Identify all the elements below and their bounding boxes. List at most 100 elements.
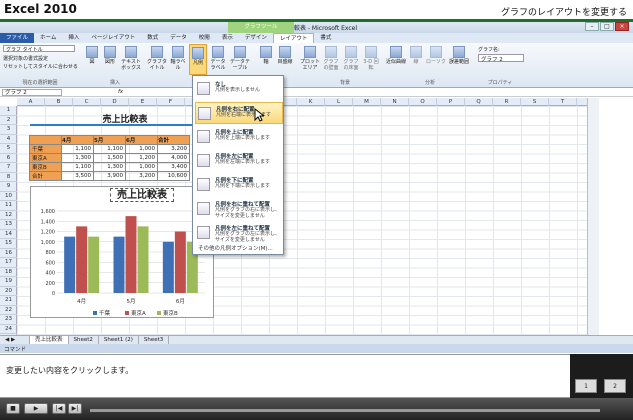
row-header[interactable]: 8 [0, 173, 17, 182]
shapes-button[interactable]: 図形 [102, 46, 118, 65]
tab-insert[interactable]: 挿入 [62, 33, 85, 43]
play-button[interactable]: ▶ [24, 403, 48, 414]
table-cell[interactable]: 4,000 [157, 153, 190, 163]
trendline-button[interactable]: 近似曲線 [386, 46, 406, 65]
format-selection-button[interactable]: 選択対象の書式設定 [3, 55, 48, 62]
column-header[interactable]: P [437, 98, 465, 106]
sheet-tab[interactable]: 売上比較表 [30, 336, 69, 344]
table-header-cell[interactable]: 4月 [61, 135, 94, 145]
column-header[interactable]: R [493, 98, 521, 106]
column-header[interactable]: B [45, 98, 73, 106]
axis-titles-button[interactable]: 軸ラベル [169, 46, 187, 71]
chart-object[interactable]: 0 200 400 600 800 1,000 1,200 1,400 1,600 4月 5月 6月千… [30, 186, 214, 318]
table-cell[interactable]: 千葉 [29, 144, 62, 154]
row-header[interactable]: 11 [0, 201, 17, 211]
step-1-button[interactable]: 1 [575, 379, 597, 393]
tab-home[interactable]: ホーム [34, 33, 62, 43]
tab-page-layout[interactable]: ページレイアウト [85, 33, 141, 43]
row-header[interactable]: 12 [0, 211, 17, 220]
chart-title-button[interactable]: グラフタイトル [147, 46, 167, 71]
column-header[interactable]: T [549, 98, 577, 106]
legend-button[interactable]: 凡例 [189, 44, 207, 75]
textbox-button[interactable]: テキストボックス [120, 46, 142, 71]
column-header[interactable]: C [73, 98, 101, 106]
legend-option-top[interactable]: 凡例を上に配置 凡例を上端に表示します [195, 126, 283, 148]
column-header[interactable]: S [521, 98, 549, 106]
lines-button[interactable]: 線 [408, 46, 424, 65]
sheet-nav-arrows[interactable]: ◀ ▶ [0, 336, 30, 344]
row-header[interactable]: 20 [0, 287, 17, 296]
row-header[interactable]: 24 [0, 325, 17, 334]
table-header-cell[interactable]: 6月 [125, 135, 158, 145]
tab-formulas[interactable]: 数式 [141, 33, 164, 43]
chart-name-input[interactable]: グラフ 2 [478, 54, 524, 63]
row-header[interactable]: 10 [0, 192, 17, 201]
tab-format[interactable]: 書式 [314, 33, 337, 43]
forward-button[interactable]: ▶| [68, 403, 82, 414]
chart-floor-button[interactable]: グラフの床面 [342, 46, 360, 71]
fx-icon[interactable]: fx [118, 89, 123, 95]
table-header-cell[interactable] [29, 135, 62, 145]
row-header[interactable]: 13 [0, 220, 17, 230]
table-cell[interactable]: 3,400 [157, 162, 190, 172]
tab-view[interactable]: 表示 [216, 33, 239, 43]
row-header[interactable]: 18 [0, 268, 17, 277]
row-header[interactable]: 22 [0, 306, 17, 315]
stop-button[interactable]: ■ [6, 403, 20, 414]
table-cell[interactable]: 1,300 [93, 162, 126, 172]
vertical-scrollbar[interactable] [587, 98, 599, 335]
table-cell[interactable]: 1,500 [93, 153, 126, 163]
table-cell[interactable]: 3,500 [61, 171, 94, 181]
column-header[interactable]: O [409, 98, 437, 106]
table-cell[interactable]: 1,100 [93, 144, 126, 154]
table-cell[interactable]: 3,900 [93, 171, 126, 181]
row-header[interactable]: 7 [0, 163, 17, 173]
table-cell[interactable]: 1,000 [125, 162, 158, 172]
row-header[interactable]: 17 [0, 258, 17, 268]
table-header-cell[interactable]: 合計 [157, 135, 190, 145]
row-header[interactable]: 2 [0, 116, 17, 125]
row-header[interactable]: 19 [0, 277, 17, 287]
table-cell[interactable]: 1,000 [125, 144, 158, 154]
rewind-button[interactable]: |◀ [52, 403, 66, 414]
legend-option-overlay-left[interactable]: 凡例を左に重ねて配置 凡例をグラフの左に表示し、サイズを変更しません [195, 222, 283, 244]
picture-button[interactable]: 図 [84, 46, 100, 65]
table-header-cell[interactable]: 5月 [93, 135, 126, 145]
legend-option-bottom[interactable]: 凡例を下に配置 凡例を下端に表示します [195, 174, 283, 196]
chart-title[interactable]: 売上比較表 [110, 188, 174, 202]
row-header[interactable]: 1 [0, 106, 17, 116]
column-header[interactable]: N [381, 98, 409, 106]
column-header[interactable]: E [129, 98, 157, 106]
row-header[interactable]: 16 [0, 249, 17, 258]
row-header[interactable]: 23 [0, 315, 17, 325]
sheet-tab[interactable]: Sheet2 [69, 336, 99, 344]
gridlines-button[interactable]: 目盛線 [276, 46, 294, 65]
row-header[interactable]: 6 [0, 154, 17, 163]
error-bars-button[interactable]: 誤差範囲 [448, 46, 470, 65]
more-legend-options[interactable]: その他の凡例オプション(M)... [198, 244, 273, 252]
column-header[interactable]: D [101, 98, 129, 106]
reset-style-button[interactable]: リセットしてスタイルに合わせる [3, 63, 78, 70]
axes-button[interactable]: 軸 [258, 46, 274, 65]
table-cell[interactable]: 1,300 [61, 153, 94, 163]
row-header[interactable]: 3 [0, 125, 17, 135]
plot-area-button[interactable]: プロットエリア [300, 46, 320, 71]
data-table-button[interactable]: データテーブル [229, 46, 251, 71]
column-header[interactable]: F [157, 98, 185, 106]
chart-wall-button[interactable]: グラフの壁面 [322, 46, 340, 71]
column-header[interactable]: M [353, 98, 381, 106]
updown-bars-button[interactable]: ローソク [426, 46, 446, 65]
legend-option-none[interactable]: なし 凡例を表示しません [195, 78, 283, 100]
maximize-button[interactable]: □ [600, 22, 614, 31]
step-2-button[interactable]: 2 [604, 379, 626, 393]
tab-review[interactable]: 校閲 [193, 33, 216, 43]
tab-file[interactable]: ファイル [0, 33, 35, 43]
row-header[interactable]: 21 [0, 296, 17, 306]
close-button[interactable]: × [615, 22, 629, 31]
tab-data[interactable]: データ [164, 33, 193, 43]
table-cell[interactable]: 合計 [29, 171, 62, 181]
row-header[interactable]: 5 [0, 144, 17, 154]
name-box[interactable]: グラフ 2 [2, 89, 62, 96]
row-header[interactable]: 4 [0, 135, 17, 144]
table-cell[interactable]: 1,100 [61, 144, 94, 154]
